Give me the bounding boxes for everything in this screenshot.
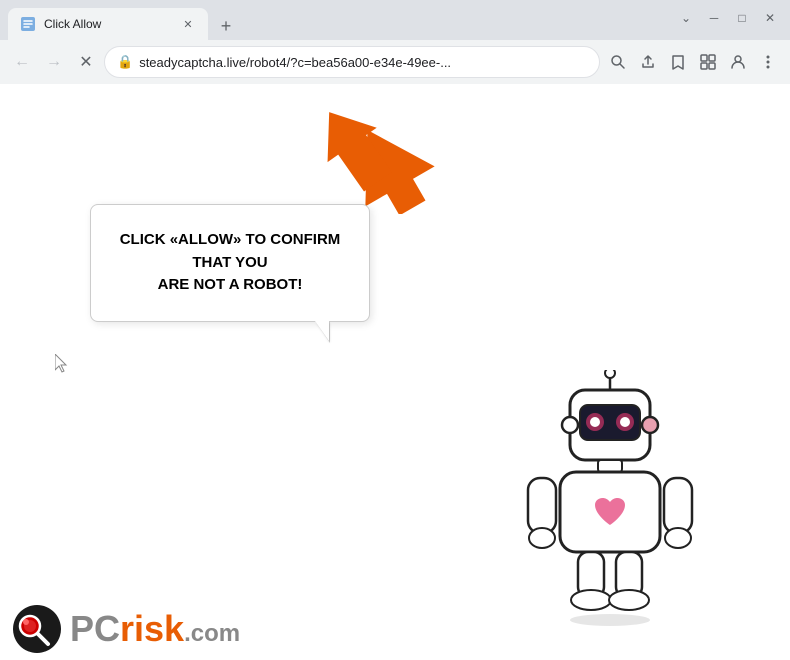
bubble-line1: CLICK «ALLOW» TO CONFIRM THAT YOU [120,231,341,271]
lock-icon: 🔒 [117,54,133,70]
pcrisk-watermark: PCrisk.com [0,598,252,660]
address-text: steadycaptcha.live/robot4/?c=bea56a00-e3… [139,55,587,70]
bookmark-button[interactable] [664,48,692,76]
tab-favicon [20,16,36,32]
new-tab-button[interactable]: + [212,12,240,40]
extensions-icon [700,54,716,70]
profile-icon [730,54,746,70]
tab-bar: Click Allow ✕ + ⌄ ─ □ ✕ [0,0,790,40]
robot-svg [510,370,710,630]
tab-search-button[interactable]: ⌄ [674,6,698,30]
pc-text: PC [70,608,120,649]
share-button[interactable] [634,48,662,76]
active-tab[interactable]: Click Allow ✕ [8,8,208,40]
profile-button[interactable] [724,48,752,76]
pcrisk-logo-icon [12,604,62,654]
extensions-button[interactable] [694,48,722,76]
menu-icon [760,54,776,70]
orange-up-arrow [310,99,400,204]
mouse-cursor [55,354,67,372]
chrome-window: Click Allow ✕ + ⌄ ─ □ ✕ ← → ✕ 🔒 steadyca… [0,0,790,660]
reload-button[interactable]: ✕ [72,48,100,76]
menu-button[interactable] [754,48,782,76]
pcrisk-text: PCrisk.com [70,608,240,650]
toolbar-right-icons [604,48,782,76]
bookmark-icon [670,54,686,70]
speech-bubble: CLICK «ALLOW» TO CONFIRM THAT YOU ARE NO… [90,204,370,322]
back-button[interactable]: ← [8,48,36,76]
tab-title: Click Allow [44,17,172,31]
bubble-line2: ARE NOT A ROBOT! [158,276,303,293]
forward-button[interactable]: → [40,48,68,76]
share-icon [640,54,656,70]
robot-character [510,370,710,630]
window-controls: ⌄ ─ □ ✕ [674,6,782,30]
tab-close-button[interactable]: ✕ [180,16,196,32]
close-button[interactable]: ✕ [758,6,782,30]
com-text: .com [184,620,240,647]
address-bar[interactable]: 🔒 steadycaptcha.live/robot4/?c=bea56a00-… [104,46,600,78]
maximize-button[interactable]: □ [730,6,754,30]
toolbar: ← → ✕ 🔒 steadycaptcha.live/robot4/?c=bea… [0,40,790,84]
bubble-text: CLICK «ALLOW» TO CONFIRM THAT YOU ARE NO… [119,229,341,297]
search-icon [610,54,626,70]
risk-text: risk [120,608,184,649]
minimize-button[interactable]: ─ [702,6,726,30]
page-content: CLICK «ALLOW» TO CONFIRM THAT YOU ARE NO… [0,84,790,660]
search-button[interactable] [604,48,632,76]
